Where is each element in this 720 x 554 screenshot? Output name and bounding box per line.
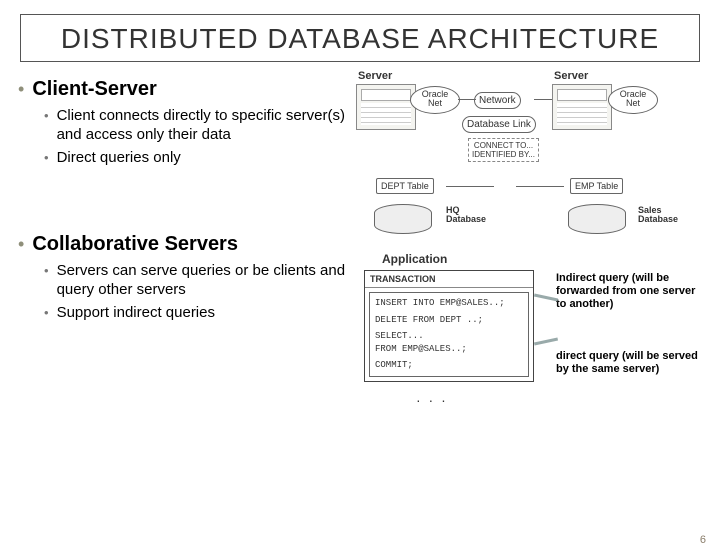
code-line: INSERT INTO EMP@SALES..; [375,297,523,310]
bullet-text: Servers can serve queries or be clients … [57,262,348,300]
transaction-title: TRANSACTION [365,271,533,288]
indirect-query-annotation: Indirect query (will be forwarded from o… [556,272,701,312]
server-label: Server [554,70,588,82]
content-row: • Client-Server • Client connects direct… [0,72,720,472]
sales-database-label: SalesDatabase [638,206,678,225]
left-column: • Client-Server • Client connects direct… [18,72,348,472]
application-label: Application [382,252,447,266]
server-label: Server [358,70,392,82]
bullet-text: Direct queries only [57,149,181,168]
bullet-icon: • [44,264,49,277]
architecture-diagram: Server Server OracleNet OracleNet Networ… [356,72,696,472]
emp-table-box: EMP Table [570,178,623,194]
bullet-icon: • [18,235,24,253]
bullet-icon: • [18,80,24,98]
connector-line [446,186,494,187]
title-box: DISTRIBUTED DATABASE ARCHITECTURE [20,14,700,62]
section-heading: Client-Server [32,78,157,101]
connector-line [516,186,564,187]
connector-line [458,99,476,100]
bullet-icon: • [44,151,49,164]
code-line: DELETE FROM DEPT ..; [375,314,523,327]
code-line: SELECT...FROM EMP@SALES..; [375,330,523,355]
oracle-net-icon: OracleNet [410,86,460,114]
database-icon [374,204,432,234]
database-link-box: Database Link [462,116,536,133]
right-column: Server Server OracleNet OracleNet Networ… [356,72,708,472]
sql-code-box: INSERT INTO EMP@SALES..; DELETE FROM DEP… [369,292,529,377]
section-heading: Collaborative Servers [32,233,238,256]
hq-database-label: HQDatabase [446,206,486,225]
dept-table-box: DEPT Table [376,178,434,194]
server-icon [552,84,612,130]
ellipsis-icon: · · · [416,392,448,408]
bullet-text: Client connects directly to specific ser… [57,107,348,145]
network-box: Network [474,92,521,109]
arrow-icon [534,338,558,346]
server-icon [356,84,416,130]
code-line: COMMIT; [375,359,523,372]
bullet-text: Support indirect queries [57,304,215,323]
direct-query-annotation: direct query (will be served by the same… [556,350,701,376]
connect-box: CONNECT TO...IDENTIFIED BY... [468,138,539,162]
connector-line [534,99,552,100]
bullet-icon: • [44,306,49,319]
oracle-net-icon: OracleNet [608,86,658,114]
database-icon [568,204,626,234]
bullet-icon: • [44,109,49,122]
arrow-icon [534,294,558,302]
slide-number: 6 [700,534,706,546]
page-title: DISTRIBUTED DATABASE ARCHITECTURE [31,23,689,55]
transaction-panel: TRANSACTION INSERT INTO EMP@SALES..; DEL… [364,270,534,382]
